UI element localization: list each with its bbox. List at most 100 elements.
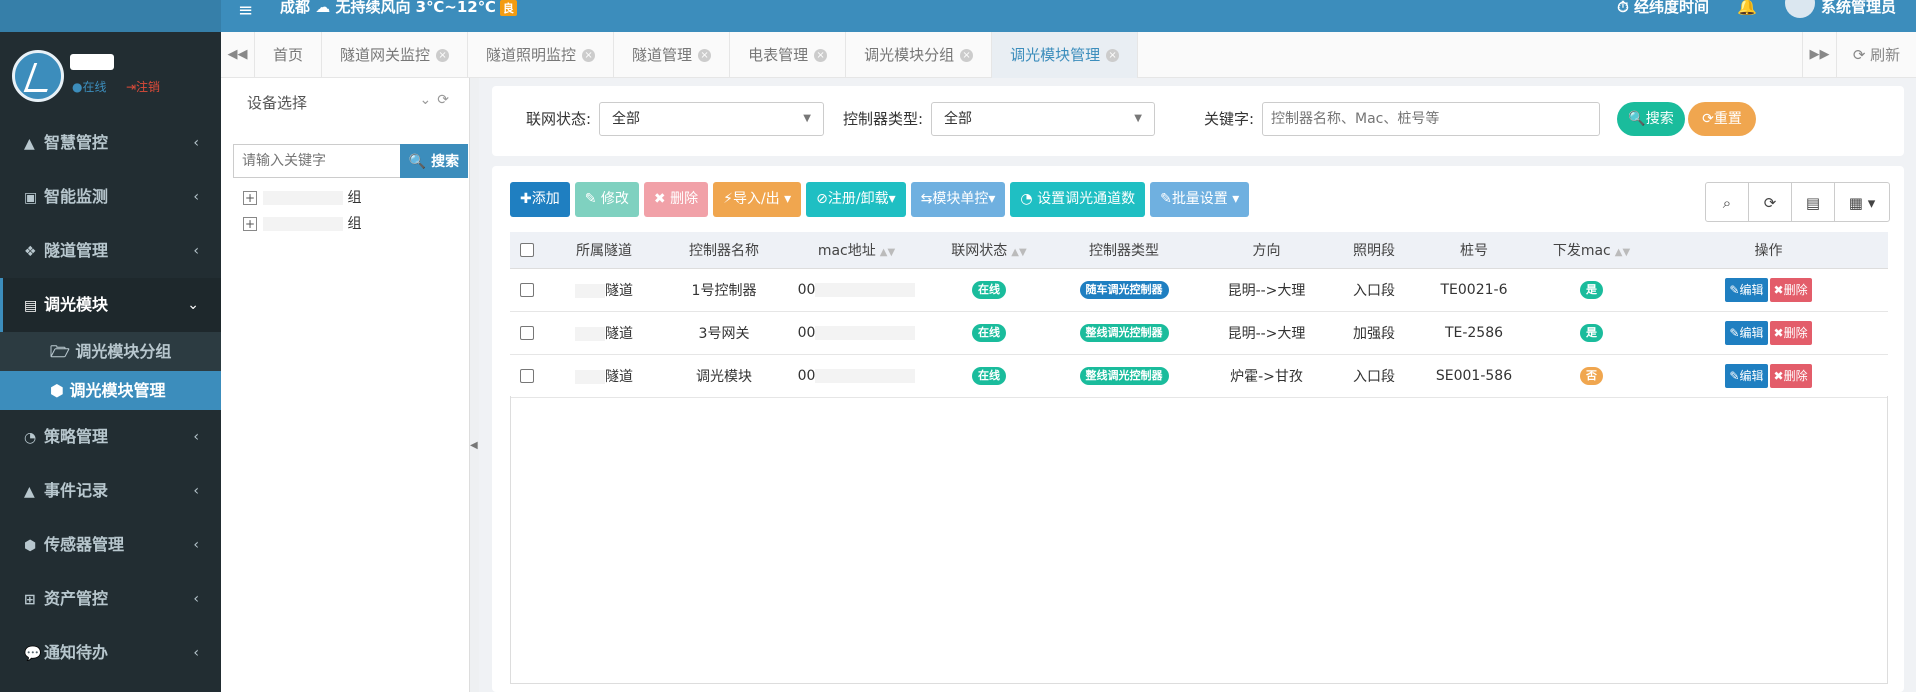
sort-icon[interactable]: ▲▼ [1615, 247, 1630, 258]
logout-link[interactable]: ⇥注销 [126, 78, 160, 95]
submenu-item-manage[interactable]: ⬢ 调光模块管理 [0, 371, 221, 410]
close-icon[interactable]: × [1106, 49, 1120, 62]
caret-down-icon: ▼ [1134, 113, 1142, 124]
col-sent-mac[interactable]: 下发mac ▲▼ [1534, 232, 1649, 269]
checkbox[interactable] [520, 282, 534, 297]
tab-scroll-left-icon[interactable]: ◀◀ [221, 32, 255, 78]
row-checkbox[interactable] [510, 311, 544, 355]
search-button[interactable]: 🔍搜索 [1617, 102, 1685, 136]
row-checkbox[interactable] [510, 268, 544, 312]
expand-icon[interactable]: + [243, 191, 257, 205]
toggle-view-icon[interactable]: ▤ [1791, 182, 1835, 222]
batch-settings-button[interactable]: ✎批量设置 ▾ [1150, 182, 1250, 217]
table-row[interactable]: 隧道 3号网关 00 在线 整线调光控制器 昆明-->大理 加强段 TE-258… [510, 311, 1888, 355]
table-row[interactable]: 隧道 1号控制器 00 在线 随车调光控制器 昆明-->大理 入口段 TE002… [510, 268, 1888, 312]
sidebar-item-tunnel[interactable]: ❖ 隧道管理 ‹ [0, 224, 221, 278]
tree-node[interactable]: + 组 [243, 187, 361, 207]
cell-direction: 炉霍->甘孜 [1199, 354, 1334, 398]
close-icon[interactable]: × [814, 49, 828, 62]
expand-icon[interactable]: + [243, 217, 257, 231]
avatar [1784, 0, 1815, 18]
tab-tunnel-manage[interactable]: 隧道管理 × [614, 32, 731, 78]
tree-node[interactable]: + 组 [243, 213, 361, 233]
sidebar-item-strategy[interactable]: ◔ 策略管理 ‹ [0, 410, 221, 464]
tab-scroll-right-icon[interactable]: ▶▶ [1802, 32, 1836, 78]
sort-icon[interactable]: ▲▼ [1011, 247, 1026, 258]
close-icon[interactable]: × [960, 49, 974, 62]
sidebar-item-smart-control[interactable]: ▲ 智慧管控 ‹ [0, 116, 221, 170]
cell-stake: SE001-586 [1414, 354, 1534, 398]
tree-search-button[interactable]: 🔍 搜索 [400, 144, 468, 178]
bell-icon[interactable]: 🔔 [1737, 0, 1757, 16]
refresh-icon[interactable]: ⟳ [1748, 182, 1792, 222]
checkbox[interactable] [520, 368, 534, 383]
row-checkbox[interactable] [510, 354, 544, 398]
col-stake[interactable]: 桩号 [1414, 232, 1534, 269]
controller-type-select[interactable]: 全部 ▼ [931, 102, 1155, 136]
net-status-select[interactable]: 全部 ▼ [599, 102, 824, 136]
tab-gateway-monitor[interactable]: 隧道网关监控 × [322, 32, 469, 78]
delete-button[interactable]: ✖ 删除 [643, 182, 709, 217]
row-delete-button[interactable]: ✖删除 [1769, 363, 1812, 388]
col-name[interactable]: 控制器名称 [664, 232, 784, 269]
keyword-input[interactable] [1262, 102, 1600, 136]
tab-meter-manage[interactable]: 电表管理 × [730, 32, 847, 78]
row-edit-button[interactable]: ✎编辑 [1725, 277, 1768, 302]
tab-module-manage[interactable]: 调光模块管理 × [992, 32, 1139, 78]
sidebar-item-assets[interactable]: ⊞ 资产管控 ‹ [0, 572, 221, 626]
select-all-checkbox[interactable] [510, 232, 544, 269]
row-delete-button[interactable]: ✖删除 [1769, 320, 1812, 345]
refresh-icon[interactable]: ⟳ [437, 92, 455, 108]
register-button[interactable]: ⊘注册/卸载▾ [806, 182, 906, 217]
sidebar-item-monitoring[interactable]: ▣ 智能监测 ‹ [0, 170, 221, 224]
main-panel: ✚添加 ✎ 修改 ✖ 删除 ⚡导入/出 ▾ ⊘注册/卸载▾ ⇆模块单控▾ ◔ 设… [492, 166, 1904, 692]
reset-button[interactable]: ⟳重置 [1688, 102, 1756, 136]
tab-lighting-monitor[interactable]: 隧道照明监控 × [468, 32, 615, 78]
col-direction[interactable]: 方向 [1199, 232, 1334, 269]
row-delete-button[interactable]: ✖删除 [1769, 277, 1812, 302]
table-row[interactable]: 隧道 调光模块 00 在线 整线调光控制器 炉霍->甘孜 入口段 SE001-5… [510, 354, 1888, 398]
collapse-left-icon[interactable]: ◀ [470, 440, 478, 458]
user-menu[interactable]: 系统管理员 [1784, 0, 1896, 18]
tab-home[interactable]: 首页 [255, 32, 323, 78]
tab-module-group[interactable]: 调光模块分组 × [846, 32, 993, 78]
filter-panel: 联网状态: 全部 ▼ 控制器类型: 全部 ▼ 关键字: 🔍搜索 ⟳重置 [492, 86, 1904, 156]
sidebar-item-dimming[interactable]: ▤ 调光模块 ⌄ [0, 278, 221, 332]
row-edit-button[interactable]: ✎编辑 [1725, 320, 1768, 345]
submenu-item-group[interactable]: 🗁 调光模块分组 [0, 332, 221, 371]
panel-splitter[interactable] [469, 78, 479, 692]
refresh-button[interactable]: ⟳ 刷新 [1836, 32, 1916, 78]
sidebar-item-sensors[interactable]: ⬢ 传感器管理 ‹ [0, 518, 221, 572]
columns-icon[interactable]: ▦ ▾ [1834, 182, 1890, 222]
chevron-down-icon[interactable]: ⌄ [420, 92, 438, 108]
col-tunnel[interactable]: 所属隧道 [544, 232, 664, 269]
checkbox[interactable] [520, 242, 534, 257]
col-type[interactable]: 控制器类型 [1049, 232, 1199, 269]
close-icon[interactable]: × [698, 49, 712, 62]
close-icon[interactable]: × [436, 49, 450, 62]
sent-badge: 否 [1580, 366, 1603, 385]
time-link[interactable]: ⏱ 经纬度时间 [1617, 0, 1709, 17]
module-control-label: 模块单控 [932, 191, 989, 207]
hamburger-icon[interactable]: ≡ [238, 2, 253, 20]
cube-icon: ⬢ [24, 538, 37, 554]
module-control-button[interactable]: ⇆模块单控▾ [910, 182, 1006, 217]
col-mac[interactable]: mac地址 ▲▼ [784, 232, 929, 269]
search-icon[interactable]: ⌕ [1705, 182, 1749, 222]
sort-icon[interactable]: ▲▼ [880, 247, 895, 258]
edit-button[interactable]: ✎ 修改 [574, 182, 639, 217]
list-icon: ▤ [24, 298, 38, 314]
checkbox[interactable] [520, 325, 534, 340]
redacted-text [263, 217, 343, 231]
keyword-label: 关键字: [1204, 110, 1255, 128]
col-status[interactable]: 联网状态 ▲▼ [929, 232, 1049, 269]
sidebar-item-events[interactable]: ▲ 事件记录 ‹ [0, 464, 221, 518]
add-button[interactable]: ✚添加 [510, 182, 570, 217]
sidebar-item-notice[interactable]: 💬 通知待办 ‹ [0, 626, 221, 680]
row-edit-button[interactable]: ✎编辑 [1725, 363, 1768, 388]
import-export-button[interactable]: ⚡导入/出 ▾ [713, 182, 802, 217]
col-section[interactable]: 照明段 [1334, 232, 1414, 269]
set-channels-button[interactable]: ◔ 设置调光通道数 [1010, 182, 1146, 217]
tree-search-input[interactable] [233, 144, 401, 178]
close-icon[interactable]: × [582, 49, 596, 62]
